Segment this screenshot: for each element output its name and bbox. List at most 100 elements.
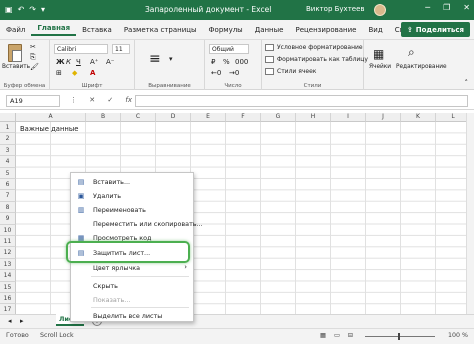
row-header[interactable]: 4 — [0, 156, 16, 168]
restore-icon[interactable]: ❐ — [443, 3, 450, 12]
tab-review[interactable]: Рецензирование — [289, 26, 362, 34]
clipboard-group-label: Буфер обмена — [3, 83, 46, 89]
font-color-icon[interactable]: A — [90, 70, 95, 77]
cut-icon[interactable]: ✂ — [30, 44, 36, 51]
tab-data[interactable]: Данные — [249, 26, 290, 34]
row-header[interactable]: 9 — [0, 213, 16, 225]
fill-color-icon[interactable]: ◆ — [72, 70, 77, 77]
italic-button[interactable]: К — [66, 59, 71, 66]
percent-button[interactable]: % — [223, 59, 230, 66]
column-header[interactable]: I — [331, 113, 366, 122]
minimize-icon[interactable]: ─ — [425, 3, 430, 12]
underline-button[interactable]: Ч — [76, 59, 81, 66]
column-header[interactable]: C — [121, 113, 156, 122]
user-name[interactable]: Виктор Бухтеев — [306, 5, 365, 13]
formula-icons[interactable]: ⋮ ✕ ✓ fx — [70, 96, 132, 104]
format-as-table-button[interactable]: Форматировать как таблицу — [265, 56, 368, 63]
page-break-view-icon[interactable]: ⊟ — [348, 332, 353, 339]
menu-item-delete[interactable]: ▣ Удалить — [71, 189, 193, 202]
alignment-icon[interactable]: ≡ — [149, 52, 161, 66]
share-button[interactable]: ⇪ Поделиться — [400, 22, 470, 37]
menu-item-select-all-sheets[interactable]: Выделить все листы — [71, 309, 193, 322]
currency-icon[interactable]: ₽ — [211, 59, 215, 66]
tab-insert[interactable]: Вставка — [76, 26, 118, 34]
tab-file[interactable]: Файл — [0, 26, 31, 34]
name-box[interactable]: A19 — [6, 95, 60, 107]
copy-icon[interactable]: ⎘ — [30, 54, 36, 61]
select-all-corner[interactable] — [0, 113, 16, 122]
paste-icon[interactable] — [8, 44, 22, 62]
menu-item-rename[interactable]: ▥ Переименовать — [71, 203, 193, 216]
vertical-scrollbar[interactable] — [466, 113, 474, 327]
prev-sheet-icon[interactable]: ◂ — [8, 318, 12, 325]
number-group: Общий ₽ % 000 ←0 →0 Число — [205, 40, 262, 90]
tab-page-layout[interactable]: Разметка страницы — [118, 26, 203, 34]
menu-item-label: Цвет ярлычка — [93, 263, 140, 272]
redo-icon[interactable]: ↷ — [29, 6, 36, 14]
tab-formulas[interactable]: Формулы — [203, 26, 249, 34]
undo-icon[interactable]: ↶ — [18, 6, 25, 14]
row-header[interactable]: 11 — [0, 236, 16, 248]
column-header[interactable]: E — [191, 113, 226, 122]
column-header[interactable]: D — [156, 113, 191, 122]
column-header[interactable]: B — [86, 113, 121, 122]
save-icon[interactable]: ▣ — [5, 6, 13, 14]
cell-styles-icon — [265, 68, 274, 75]
column-header[interactable]: K — [401, 113, 436, 122]
increase-decimal-icon[interactable]: ←0 — [211, 70, 221, 77]
row-header[interactable]: 7 — [0, 190, 16, 202]
cells-icon: ▦ — [373, 47, 385, 61]
row-header[interactable]: 16 — [0, 293, 16, 305]
collapse-ribbon-icon[interactable]: ˄ — [465, 80, 469, 87]
number-format-select[interactable]: Общий — [209, 44, 249, 54]
row-header[interactable]: 6 — [0, 179, 16, 191]
menu-item-insert[interactable]: ▤ Вставить... — [71, 175, 193, 188]
font-size-select[interactable]: 11 — [112, 44, 130, 54]
increase-font-icon[interactable]: A⁺ — [90, 59, 98, 66]
formula-input[interactable] — [135, 95, 468, 107]
format-painter-icon[interactable]: 🖌 — [30, 64, 39, 71]
column-header[interactable]: F — [226, 113, 261, 122]
cells-group[interactable]: ▦ Ячейки — [364, 40, 394, 90]
row-header[interactable]: 5 — [0, 167, 16, 179]
row-header[interactable]: 13 — [0, 258, 16, 271]
menu-separator — [91, 307, 189, 308]
menu-separator — [91, 276, 189, 277]
bold-button[interactable]: Ж — [56, 59, 65, 66]
row-header[interactable]: 10 — [0, 224, 16, 236]
conditional-formatting-button[interactable]: Условное форматирование — [265, 44, 363, 51]
cell-styles-button[interactable]: Стили ячеек — [265, 68, 316, 75]
zoom-level[interactable]: 100 % — [448, 332, 468, 339]
close-icon[interactable]: ✕ — [463, 3, 470, 12]
paste-button[interactable]: Вставить — [2, 64, 30, 70]
row-header[interactable]: 8 — [0, 201, 16, 214]
row-header[interactable]: 14 — [0, 270, 16, 282]
avatar[interactable] — [374, 4, 386, 16]
column-header[interactable]: H — [296, 113, 331, 122]
page-layout-view-icon[interactable]: ▭ — [334, 332, 340, 339]
alignment-dropdown-icon[interactable]: ▾ — [169, 56, 173, 63]
borders-icon[interactable]: ⊞ — [56, 70, 62, 77]
comma-style-icon[interactable]: 000 — [235, 59, 248, 66]
column-header[interactable]: J — [366, 113, 401, 122]
row-header[interactable]: 12 — [0, 247, 16, 259]
cell-a1[interactable]: Важные данные — [20, 125, 78, 133]
column-header[interactable]: A — [16, 113, 86, 122]
next-sheet-icon[interactable]: ▸ — [20, 318, 24, 325]
column-header[interactable]: G — [261, 113, 296, 122]
row-header[interactable]: 15 — [0, 281, 16, 293]
decrease-decimal-icon[interactable]: →0 — [229, 70, 239, 77]
decrease-font-icon[interactable]: A⁻ — [106, 59, 114, 66]
row-header[interactable]: 1 — [0, 122, 16, 134]
customize-icon[interactable]: ▾ — [41, 6, 45, 14]
tab-home[interactable]: Главная — [31, 24, 77, 36]
normal-view-icon[interactable]: ▦ — [320, 332, 326, 339]
row-header[interactable]: 3 — [0, 144, 16, 157]
editing-group[interactable]: ⌕ Редактирование — [396, 40, 447, 90]
zoom-slider[interactable] — [365, 333, 435, 340]
menu-item-hide[interactable]: Скрыть — [71, 279, 193, 292]
row-header[interactable]: 2 — [0, 133, 16, 145]
tab-view[interactable]: Вид — [363, 26, 389, 34]
font-name-select[interactable]: Calibri — [54, 44, 108, 54]
menu-item-move-copy[interactable]: Переместить или скопировать... — [71, 217, 203, 230]
